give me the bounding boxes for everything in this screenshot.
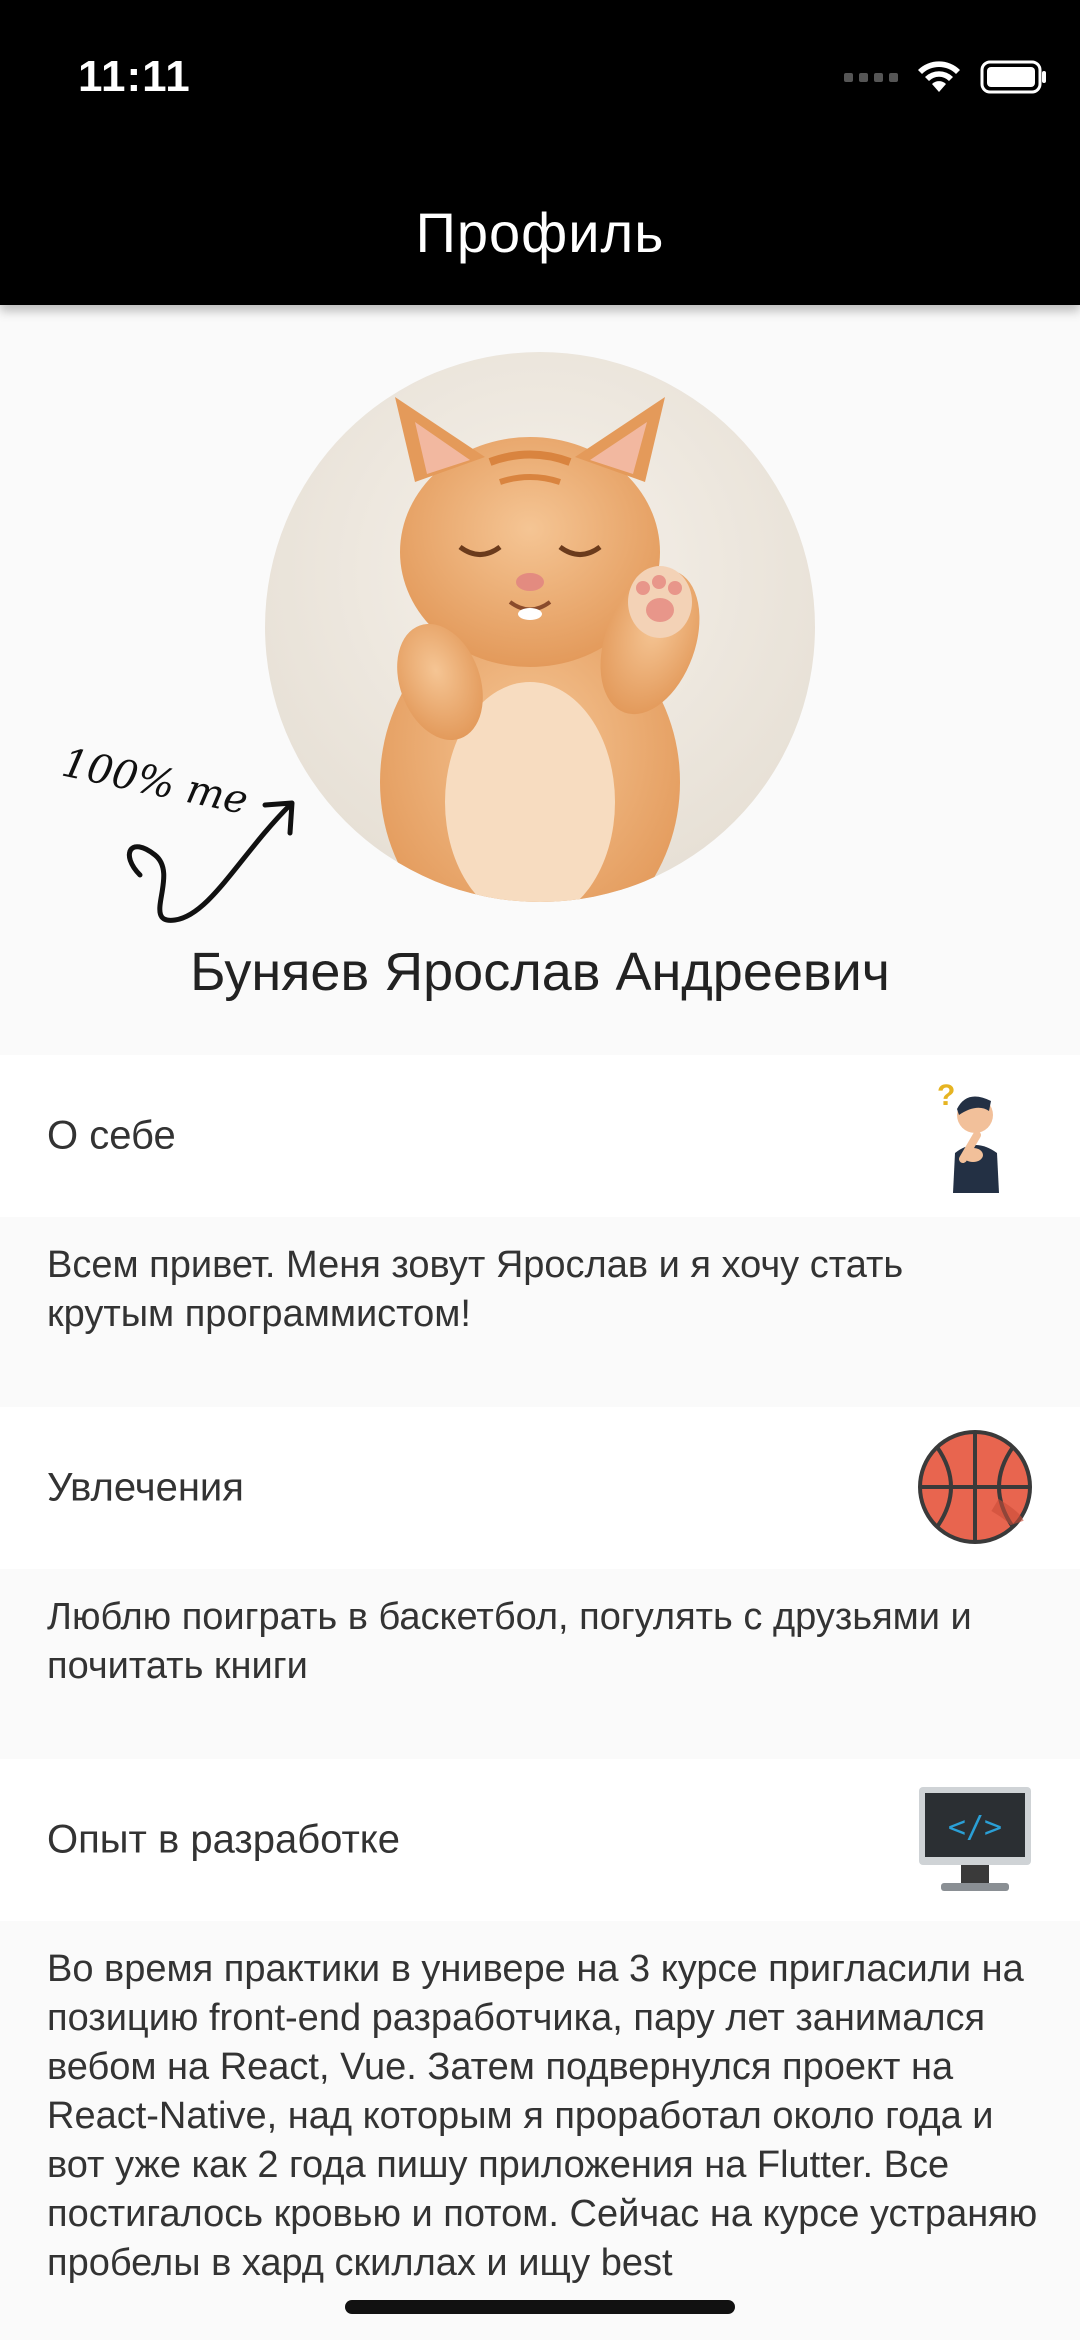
status-time: 11:11	[78, 52, 191, 101]
section-text-experience: Во время практики в универе на 3 курсе п…	[47, 1948, 1038, 2284]
app-bar: Профиль	[0, 160, 1080, 305]
profile-name: Буняев Ярослав Андреевич	[190, 942, 890, 1002]
wifi-icon	[918, 61, 960, 92]
home-indicator[interactable]	[345, 2300, 735, 2314]
section-experience-header: Опыт в разработке </>	[0, 1759, 1080, 1921]
section-text-hobbies: Люблю поиграть в баскетбол, погулять с д…	[47, 1596, 972, 1687]
svg-text:?: ?	[937, 1079, 955, 1112]
status-icons	[844, 60, 1048, 94]
section-about-body: Всем привет. Меня зовут Ярослав и я хочу…	[0, 1217, 1080, 1407]
status-bar: 11:11	[0, 0, 1080, 160]
section-title-hobbies: Увлечения	[47, 1465, 244, 1510]
kitten-photo	[265, 352, 815, 902]
section-title-experience: Опыт в разработке	[47, 1817, 400, 1862]
avatar-annotation: 100% me	[60, 740, 252, 824]
section-about-header: О себе ?	[0, 1055, 1080, 1217]
section-experience-body: Во время практики в универе на 3 курсе п…	[0, 1921, 1080, 2340]
code-monitor-icon: </>	[919, 1787, 1031, 1891]
battery-icon	[980, 60, 1046, 94]
profile-header: 100% me Буняев Ярослав Андреевич	[0, 305, 1080, 1055]
basketball-icon	[918, 1430, 1032, 1544]
avatar[interactable]	[265, 352, 815, 902]
svg-text:</>: </>	[948, 1810, 1002, 1845]
section-title-about: О себе	[47, 1113, 176, 1158]
page-title: Профиль	[415, 201, 665, 264]
cellular-signal-icon	[844, 72, 898, 82]
section-hobbies-header: Увлечения	[0, 1407, 1080, 1569]
section-text-about: Всем привет. Меня зовут Ярослав и я хочу…	[47, 1244, 904, 1335]
handwritten-arrow-note: 100% me	[60, 740, 295, 923]
section-hobbies-body: Люблю поиграть в баскетбол, погулять с д…	[0, 1569, 1080, 1759]
thinking-person-icon: ?	[937, 1079, 999, 1193]
